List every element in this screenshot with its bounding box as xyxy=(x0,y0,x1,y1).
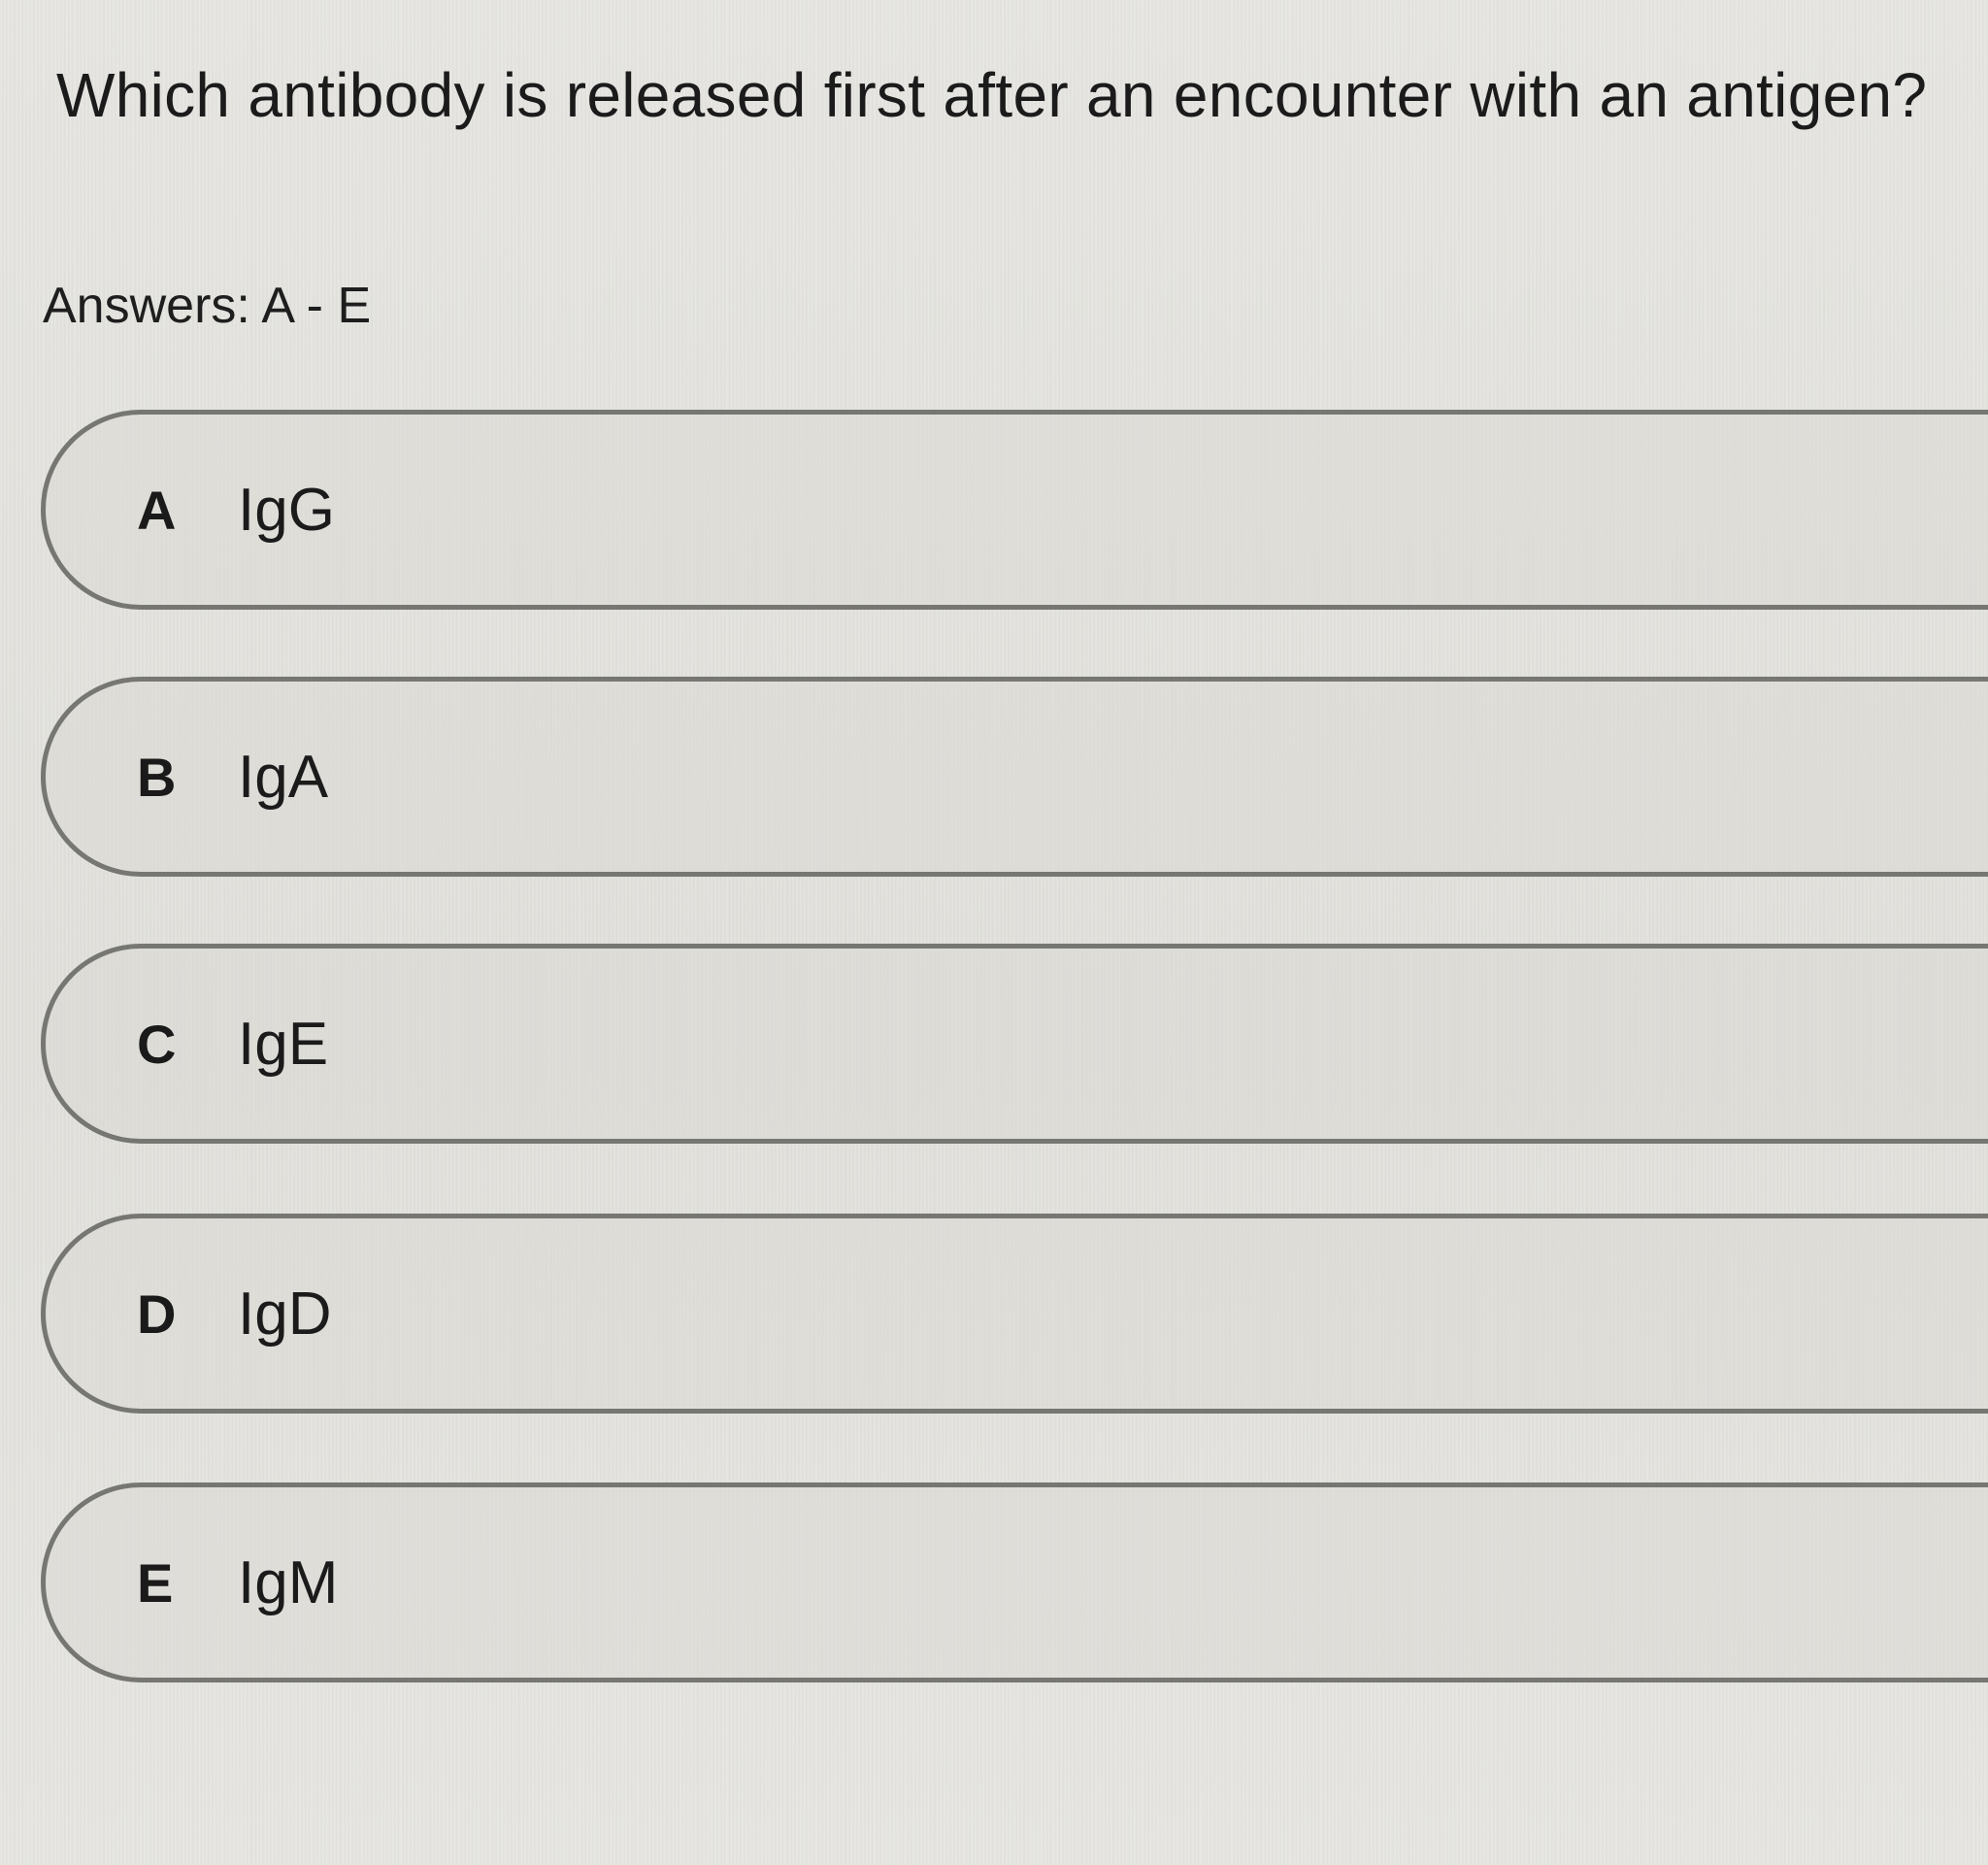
option-letter: C xyxy=(137,1013,177,1075)
answer-option-e[interactable]: E IgM xyxy=(41,1482,1988,1682)
option-letter: D xyxy=(137,1282,177,1345)
option-label: IgM xyxy=(238,1549,339,1616)
option-label: IgE xyxy=(238,1010,329,1078)
option-label: IgG xyxy=(238,476,335,544)
answer-options-list: A IgG B IgA C IgE D IgD E IgM xyxy=(41,0,1988,1865)
option-label: IgA xyxy=(238,743,329,811)
answer-option-b[interactable]: B IgA xyxy=(41,677,1988,877)
answer-option-d[interactable]: D IgD xyxy=(41,1214,1988,1414)
answer-option-a[interactable]: A IgG xyxy=(41,410,1988,610)
option-letter: E xyxy=(137,1551,174,1614)
option-letter: A xyxy=(137,479,177,541)
option-letter: B xyxy=(137,746,177,808)
answer-option-c[interactable]: C IgE xyxy=(41,944,1988,1144)
option-label: IgD xyxy=(238,1280,332,1348)
